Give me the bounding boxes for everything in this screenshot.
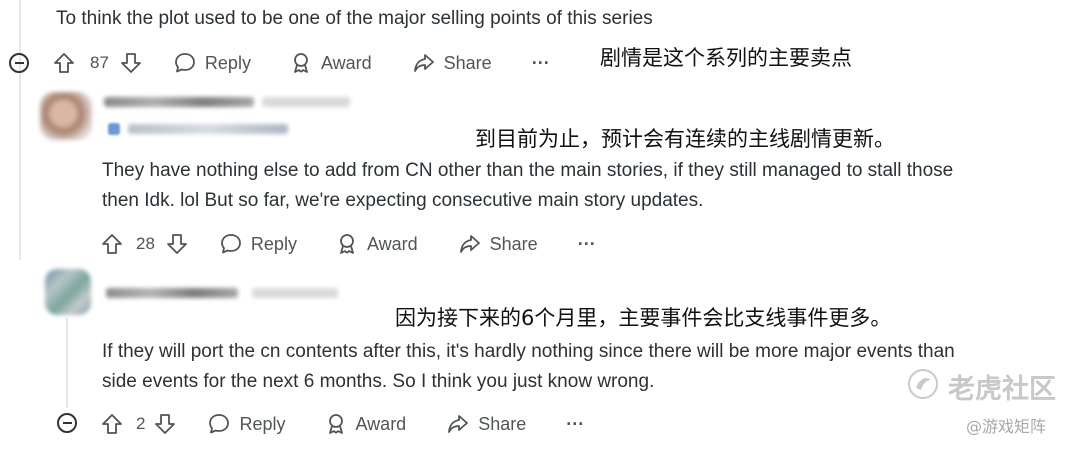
- reply-button[interactable]: Reply: [219, 232, 297, 256]
- timestamp: [262, 97, 350, 107]
- downvote-icon: [167, 234, 187, 254]
- share-button[interactable]: Share: [412, 51, 492, 75]
- avatar: [45, 269, 91, 315]
- share-button[interactable]: Share: [446, 412, 526, 436]
- award-icon: [294, 53, 308, 73]
- award-icon: [340, 234, 354, 254]
- share-icon: [459, 235, 480, 253]
- avatar: [40, 92, 92, 140]
- collapse-button[interactable]: [9, 53, 29, 73]
- thread-line: [66, 318, 68, 408]
- username: [104, 97, 254, 107]
- share-label: Share: [478, 413, 527, 434]
- upvote-button[interactable]: [100, 412, 124, 436]
- more-options-button[interactable]: ···: [532, 53, 550, 74]
- vote-count: 2: [136, 414, 146, 433]
- user-flair: [108, 123, 120, 135]
- comment-text-line: If they will port the cn contents after …: [102, 341, 955, 362]
- downvote-icon: [121, 53, 141, 73]
- user-flair-text: [128, 124, 288, 134]
- vote-count: 87: [90, 53, 109, 72]
- comment-text-line: then Idk. lol But so far, we're expectin…: [102, 190, 704, 211]
- translation-annotation: 剧情是这个系列的主要卖点: [600, 46, 852, 70]
- share-button[interactable]: Share: [458, 232, 538, 256]
- timestamp: [252, 288, 338, 298]
- upvote-icon: [102, 234, 122, 254]
- comment-text-line: side events for the next 6 months. So I …: [102, 371, 655, 392]
- share-icon: [413, 54, 434, 72]
- upvote-icon: [102, 414, 122, 434]
- share-label: Share: [489, 233, 538, 254]
- speech-bubble-icon: [209, 414, 230, 434]
- downvote-button[interactable]: [153, 412, 177, 436]
- speech-bubble-icon: [221, 234, 241, 254]
- speech-bubble-icon: [175, 53, 195, 73]
- collapse-button[interactable]: [57, 413, 77, 433]
- vote-count: 28: [136, 234, 155, 253]
- reply-button[interactable]: Reply: [173, 51, 251, 75]
- award-label: Award: [355, 413, 407, 434]
- watermark-handle: @游戏矩阵: [966, 417, 1047, 436]
- comment-action-bar: 87 Reply Award Share ···: [52, 48, 550, 78]
- award-button[interactable]: Award: [289, 51, 372, 75]
- upvote-icon: [54, 53, 74, 73]
- award-label: Award: [320, 52, 372, 73]
- upvote-button[interactable]: [52, 51, 76, 75]
- share-icon: [448, 415, 469, 433]
- more-options-button[interactable]: ···: [578, 234, 596, 255]
- award-button[interactable]: Award: [324, 412, 407, 436]
- watermark-brand: 老虎社区: [948, 374, 1056, 405]
- award-icon: [328, 414, 343, 434]
- comment-text-line: They have nothing else to add from CN ot…: [102, 160, 954, 181]
- username: [106, 288, 238, 298]
- comment-action-bar: 2 Reply Award Share ···: [100, 409, 584, 439]
- share-label: Share: [443, 52, 492, 73]
- more-options-button[interactable]: ···: [566, 414, 584, 435]
- downvote-button[interactable]: [119, 51, 143, 75]
- award-button[interactable]: Award: [335, 232, 418, 256]
- reply-button[interactable]: Reply: [207, 412, 286, 436]
- comment-action-bar: 28 Reply Award Share ···: [100, 229, 596, 259]
- watermark-logo-icon: [907, 368, 939, 400]
- upvote-button[interactable]: [100, 232, 124, 256]
- award-label: Award: [366, 233, 418, 254]
- reply-label: Reply: [250, 233, 297, 254]
- thread-line: [19, 0, 21, 260]
- comment-text: To think the plot used to be one of the …: [56, 8, 653, 29]
- downvote-icon: [155, 414, 176, 434]
- downvote-button[interactable]: [165, 232, 189, 256]
- reply-label: Reply: [239, 413, 286, 434]
- translation-annotation: 到目前为止，预计会有连续的主线剧情更新。: [475, 127, 895, 151]
- reply-label: Reply: [204, 52, 251, 73]
- translation-annotation: 因为接下来的6个月里，主要事件会比支线事件更多。: [395, 306, 892, 330]
